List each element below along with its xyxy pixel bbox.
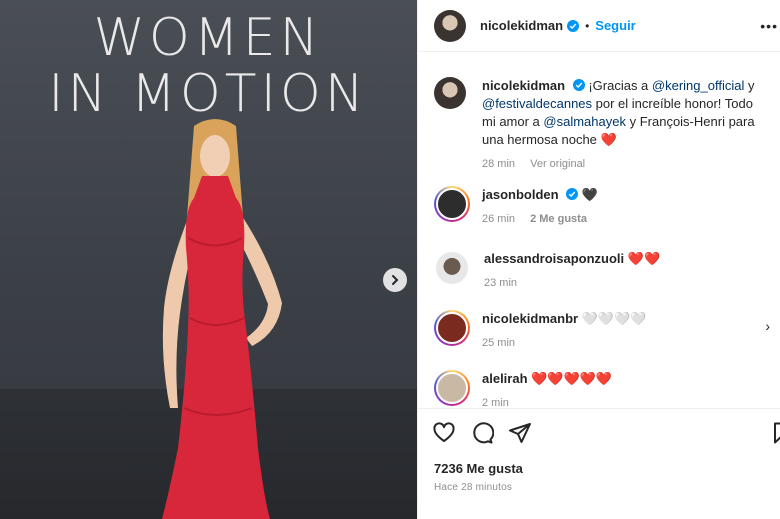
more-options-button[interactable]: •••: [760, 18, 778, 34]
author-username[interactable]: nicolekidman: [480, 18, 563, 33]
next-photo-button[interactable]: [383, 268, 407, 292]
post-time: Hace 28 minutos: [434, 482, 513, 493]
comment-avatar[interactable]: [434, 310, 470, 346]
comment-item: alelirah ❤️❤️❤️❤️❤️ 2 min: [434, 370, 770, 408]
comment-meta: 23 min: [484, 274, 660, 292]
comment-username[interactable]: jasonbolden: [482, 187, 559, 202]
caption: nicolekidman ¡Gracias a @kering_official…: [434, 77, 770, 173]
comment-username[interactable]: nicolekidmanbr: [482, 311, 578, 326]
verified-badge-icon: [566, 188, 579, 200]
comment-text: 🖤: [581, 187, 598, 202]
post-side-panel: nicolekidman • Seguir ••• nicolekidman ¡…: [417, 0, 780, 519]
comment-username[interactable]: alessandroisaponzuoli: [484, 251, 624, 266]
verified-badge-icon: [572, 79, 585, 91]
mention-link[interactable]: @kering_official: [652, 78, 744, 93]
heart-emoji: ❤️: [600, 132, 617, 147]
comment-avatar[interactable]: [434, 370, 470, 406]
caption-time: 28 min: [482, 158, 516, 170]
post-photo[interactable]: WOMEN IN MOTION: [0, 0, 417, 519]
comment-avatar[interactable]: [434, 186, 470, 222]
author-avatar[interactable]: [434, 9, 466, 42]
backdrop-text: WOMEN IN MOTION: [38, 10, 378, 122]
verified-badge-icon: [567, 19, 580, 32]
comment-bubble-icon[interactable]: [470, 421, 494, 445]
comment-item: alessandroisaponzuoli ❤️❤️ 23 min: [434, 250, 770, 292]
comment-time: 26 min: [482, 213, 516, 225]
backdrop-line-2: IN MOTION: [48, 64, 368, 124]
likes-count[interactable]: 7236 Me gusta: [434, 461, 523, 476]
save-bookmark-icon[interactable]: [770, 421, 780, 445]
comment-like-icon[interactable]: ›: [765, 318, 770, 334]
post-header: nicolekidman • Seguir •••: [418, 0, 780, 52]
woman-in-red-dress-figure: [162, 119, 282, 519]
comment-text: ❤️❤️❤️❤️❤️: [531, 371, 613, 386]
caption-meta: 28 min Ver original: [482, 155, 770, 173]
comment-meta: 25 min: [482, 334, 646, 352]
comment-time: 25 min: [482, 337, 516, 349]
comment-time: 2 min: [482, 397, 509, 408]
see-original-link[interactable]: Ver original: [530, 158, 585, 170]
comment-meta: 26 min 2 Me gusta: [482, 210, 599, 228]
mention-link[interactable]: @salmahayek: [543, 114, 626, 129]
post-actions: 7236 Me gusta Hace 28 minutos: [418, 408, 780, 519]
like-heart-icon[interactable]: [432, 421, 456, 445]
comment-likes[interactable]: 2 Me gusta: [530, 213, 587, 225]
comment-avatar[interactable]: [436, 252, 468, 284]
comment-item: jasonbolden 🖤 26 min 2 Me gusta: [434, 186, 770, 228]
caption-username[interactable]: nicolekidman: [482, 78, 565, 93]
comment-username[interactable]: alelirah: [482, 371, 528, 386]
header-separator: •: [585, 18, 590, 33]
comment-time: 23 min: [484, 277, 518, 289]
caption-text: y: [744, 78, 755, 93]
mention-link[interactable]: @festivaldecannes: [482, 96, 592, 111]
caption-avatar[interactable]: [434, 77, 466, 109]
share-plane-icon[interactable]: [508, 421, 532, 445]
comment-item: nicolekidmanbr 🤍🤍🤍🤍 25 min ›: [434, 310, 770, 352]
comments-list[interactable]: nicolekidman ¡Gracias a @kering_official…: [418, 53, 780, 408]
comment-text: ❤️❤️: [627, 251, 661, 266]
follow-button[interactable]: Seguir: [595, 18, 635, 33]
chevron-right-icon: [392, 275, 399, 285]
comment-meta: 2 min: [482, 394, 612, 408]
caption-text: ¡Gracias a: [588, 78, 652, 93]
backdrop-line-1: WOMEN: [93, 8, 323, 68]
comment-text: 🤍🤍🤍🤍: [581, 311, 647, 326]
